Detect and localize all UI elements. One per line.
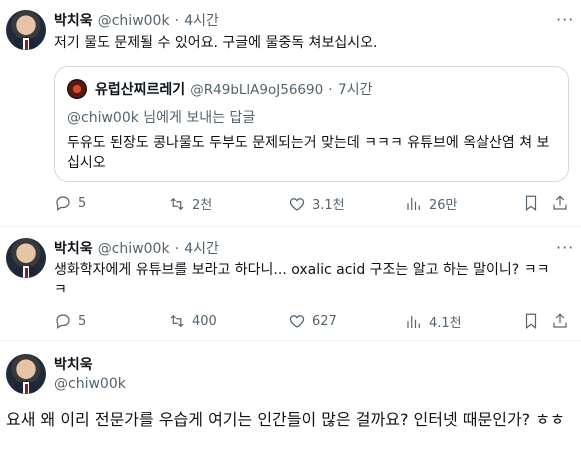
timestamp[interactable]: 4시간 bbox=[184, 241, 219, 257]
avatar[interactable] bbox=[6, 10, 46, 50]
share-icon bbox=[553, 313, 567, 328]
action-bar: 5 400 627 4.1천 bbox=[54, 312, 569, 332]
separator-dot: · bbox=[174, 13, 180, 29]
views-count: 26만 bbox=[429, 198, 458, 213]
tweet-1[interactable]: 박치욱 @chiw00k · 4시간 ··· 저기 물도 문제될 수 있어요. … bbox=[0, 0, 581, 230]
views-button[interactable]: 26만 bbox=[405, 194, 458, 213]
separator-dot: · bbox=[328, 82, 333, 98]
like-count: 627 bbox=[312, 313, 337, 329]
avatar[interactable] bbox=[6, 354, 46, 394]
author-name[interactable]: 박치욱 bbox=[54, 13, 93, 29]
views-icon bbox=[407, 197, 420, 210]
reply-to-label: @chiw00k 님에게 보내는 답글 bbox=[67, 110, 256, 126]
retweet-icon bbox=[170, 314, 184, 328]
bookmark-button[interactable] bbox=[522, 312, 540, 330]
tweet-2[interactable]: 박치욱 @chiw00k · 4시간 ··· 생화학자에게 유튜브를 보라고 하… bbox=[0, 230, 581, 342]
tweet-text: 요새 왜 이리 전문가를 우습게 여기는 인간들이 많은 걸까요? 인터넷 때문… bbox=[6, 410, 565, 429]
views-count: 4.1천 bbox=[429, 316, 462, 331]
quoted-author-name: 유럽산찌르레기 bbox=[95, 82, 186, 98]
like-button[interactable]: 3.1천 bbox=[288, 194, 345, 213]
bookmark-icon bbox=[525, 313, 537, 329]
timestamp[interactable]: 4시간 bbox=[184, 13, 219, 29]
quoted-timestamp: 7시간 bbox=[337, 82, 373, 98]
quoted-text: 두유도 된장도 콩나물도 두부도 문제되는거 맞는데 ㅋㅋㅋ 유튜브에 옥살산염… bbox=[67, 135, 550, 171]
author-handle[interactable]: @chiw00k bbox=[98, 241, 170, 257]
reply-button[interactable]: 5 bbox=[54, 312, 86, 330]
like-count: 3.1천 bbox=[312, 198, 345, 213]
reply-icon bbox=[56, 314, 70, 329]
tweet-text: 생화학자에게 유튜브를 보라고 하다니... oxalic acid 구조는 알… bbox=[54, 262, 550, 298]
retweet-button[interactable]: 2천 bbox=[168, 194, 212, 213]
author-name[interactable]: 박치욱 bbox=[54, 354, 93, 374]
more-icon[interactable]: ··· bbox=[556, 10, 574, 29]
share-icon bbox=[553, 195, 567, 210]
tweet-3[interactable]: 박치욱 @chiw00k 요새 왜 이리 전문가를 우습게 여기는 인간들이 많… bbox=[0, 342, 581, 470]
reply-button[interactable]: 5 bbox=[54, 194, 86, 212]
retweet-count: 2천 bbox=[192, 198, 213, 213]
author-name[interactable]: 박치욱 bbox=[54, 241, 93, 257]
like-button[interactable]: 627 bbox=[288, 312, 337, 330]
action-bar: 5 2천 3.1천 26만 bbox=[54, 194, 569, 214]
bookmark-button[interactable] bbox=[522, 194, 540, 212]
more-icon[interactable]: ··· bbox=[556, 238, 574, 257]
reply-count: 5 bbox=[78, 195, 87, 211]
quoted-tweet[interactable]: 유럽산찌르레기 @R49bLlA9oJ56690 · 7시간 @chiw00k … bbox=[54, 66, 569, 182]
avatar[interactable] bbox=[6, 238, 46, 278]
retweet-button[interactable]: 400 bbox=[168, 312, 217, 330]
views-button[interactable]: 4.1천 bbox=[405, 312, 462, 331]
tweet-text: 저기 물도 문제될 수 있어요. 구글에 물중독 쳐보십시오. bbox=[54, 35, 378, 51]
reply-icon bbox=[56, 196, 70, 211]
divider bbox=[0, 226, 581, 227]
separator-dot: · bbox=[174, 241, 180, 257]
share-button[interactable] bbox=[551, 312, 569, 330]
retweet-icon bbox=[170, 197, 184, 210]
retweet-count: 400 bbox=[192, 313, 217, 329]
reply-count: 5 bbox=[78, 313, 87, 329]
author-handle[interactable]: @chiw00k bbox=[54, 376, 126, 392]
quoted-author-handle: @R49bLlA9oJ56690 bbox=[190, 82, 324, 98]
share-button[interactable] bbox=[551, 194, 569, 212]
quoted-avatar bbox=[67, 79, 87, 99]
divider bbox=[0, 340, 581, 341]
like-icon bbox=[289, 315, 305, 328]
author-handle[interactable]: @chiw00k bbox=[98, 13, 170, 29]
bookmark-icon bbox=[525, 195, 537, 211]
like-icon bbox=[289, 197, 305, 211]
views-icon bbox=[407, 315, 420, 328]
